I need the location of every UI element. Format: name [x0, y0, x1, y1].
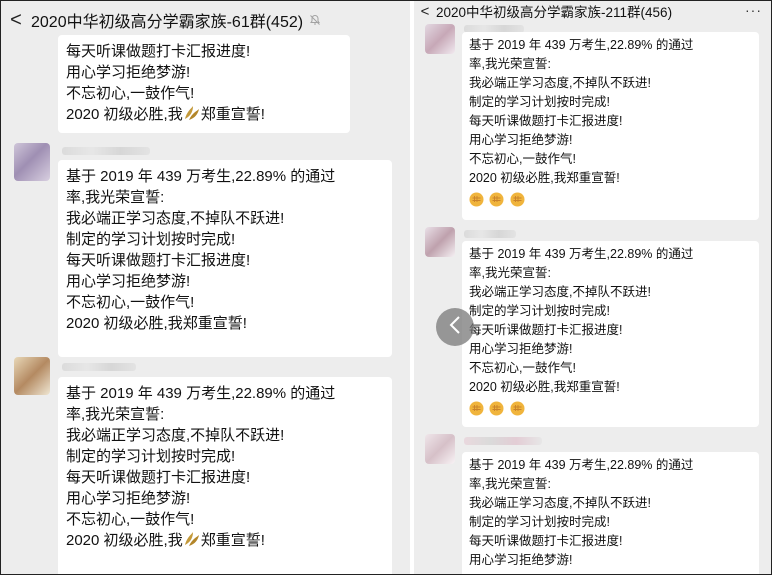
screenshot-border: [0, 0, 772, 575]
